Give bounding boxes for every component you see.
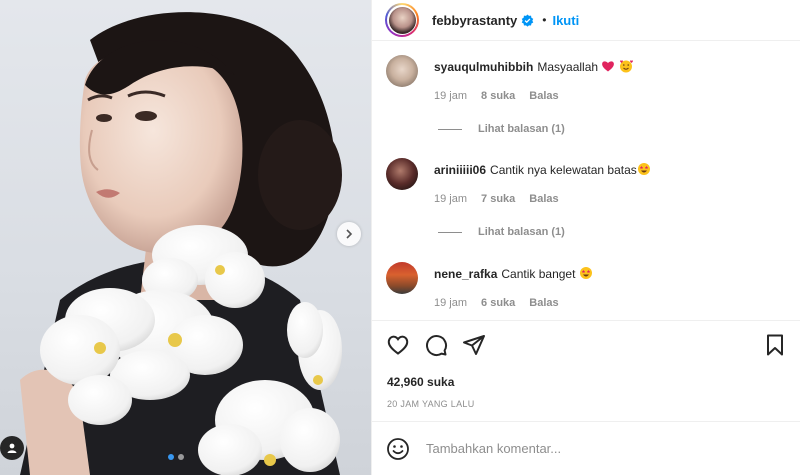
author-avatar[interactable] bbox=[385, 3, 419, 37]
star-struck-emoji bbox=[637, 163, 650, 175]
star-struck-emoji bbox=[579, 267, 592, 279]
carousel-indicator bbox=[168, 454, 184, 460]
bookmark-icon[interactable] bbox=[763, 333, 787, 357]
header-separator: • bbox=[542, 13, 547, 27]
commenter-avatar[interactable] bbox=[386, 158, 418, 190]
action-bar bbox=[386, 333, 486, 357]
comment-username[interactable]: nene_rafka bbox=[434, 267, 497, 281]
commenter-avatar[interactable] bbox=[386, 262, 418, 294]
post-timestamp[interactable]: 20 JAM YANG LALU bbox=[387, 399, 475, 409]
add-comment-bar bbox=[372, 421, 800, 475]
heart-icon[interactable] bbox=[386, 333, 410, 357]
post-details-panel: febbyrastanty • Ikuti syauqulmuhibbih Mas… bbox=[371, 0, 800, 475]
verified-badge-icon bbox=[521, 13, 534, 27]
carousel-dot bbox=[178, 454, 184, 460]
like-count[interactable]: 42,960 suka bbox=[387, 375, 454, 389]
view-replies-label: Lihat balasan (1) bbox=[478, 226, 565, 238]
comment-likes[interactable]: 7 suka bbox=[481, 193, 515, 205]
author-username[interactable]: febbyrastanty bbox=[432, 13, 517, 28]
share-icon[interactable] bbox=[462, 333, 486, 357]
comment-likes[interactable]: 6 suka bbox=[481, 297, 515, 309]
follow-button[interactable]: Ikuti bbox=[552, 13, 579, 28]
post-media[interactable] bbox=[0, 0, 371, 475]
comment-time[interactable]: 19 jam bbox=[434, 193, 467, 205]
comment-time[interactable]: 19 jam bbox=[434, 297, 467, 309]
post-header: febbyrastanty • Ikuti bbox=[372, 0, 800, 41]
view-replies-button[interactable]: Lihat balasan (1) bbox=[438, 123, 565, 135]
comment-username[interactable]: ariniiiii06 bbox=[434, 163, 486, 177]
comment-text: Cantik nya kelewatan batas bbox=[490, 163, 637, 177]
carousel-dot-active bbox=[168, 454, 174, 460]
comment-username[interactable]: syauqulmuhibbih bbox=[434, 60, 533, 74]
commenter-avatar[interactable] bbox=[386, 55, 418, 87]
author-avatar-image bbox=[388, 6, 416, 34]
post-actions-section: 42,960 suka 20 JAM YANG LALU bbox=[372, 320, 800, 421]
next-slide-button[interactable] bbox=[337, 222, 361, 246]
user-tags-button[interactable] bbox=[0, 436, 24, 460]
post-photo bbox=[20, 12, 342, 475]
red-heart-emoji bbox=[602, 61, 615, 72]
comment-input[interactable] bbox=[426, 441, 746, 456]
view-replies-button[interactable]: Lihat balasan (1) bbox=[438, 226, 565, 238]
reply-button[interactable]: Balas bbox=[529, 193, 558, 205]
comment-time[interactable]: 19 jam bbox=[434, 90, 467, 102]
view-replies-label: Lihat balasan (1) bbox=[478, 123, 565, 135]
reply-button[interactable]: Balas bbox=[529, 90, 558, 102]
comment-text: Cantik banget bbox=[501, 267, 576, 281]
user-tag-icon bbox=[7, 443, 17, 453]
comments-list[interactable]: syauqulmuhibbih Masyaallah 19 jam 8 suka … bbox=[372, 41, 800, 320]
chevron-right-icon bbox=[346, 229, 353, 239]
comment-icon[interactable] bbox=[424, 333, 448, 357]
comment-likes[interactable]: 8 suka bbox=[481, 90, 515, 102]
smiley-icon[interactable] bbox=[386, 437, 410, 461]
smiling-face-with-hearts-emoji bbox=[619, 60, 633, 73]
reply-button[interactable]: Balas bbox=[529, 297, 558, 309]
comment-text: Masyaallah bbox=[537, 60, 599, 74]
